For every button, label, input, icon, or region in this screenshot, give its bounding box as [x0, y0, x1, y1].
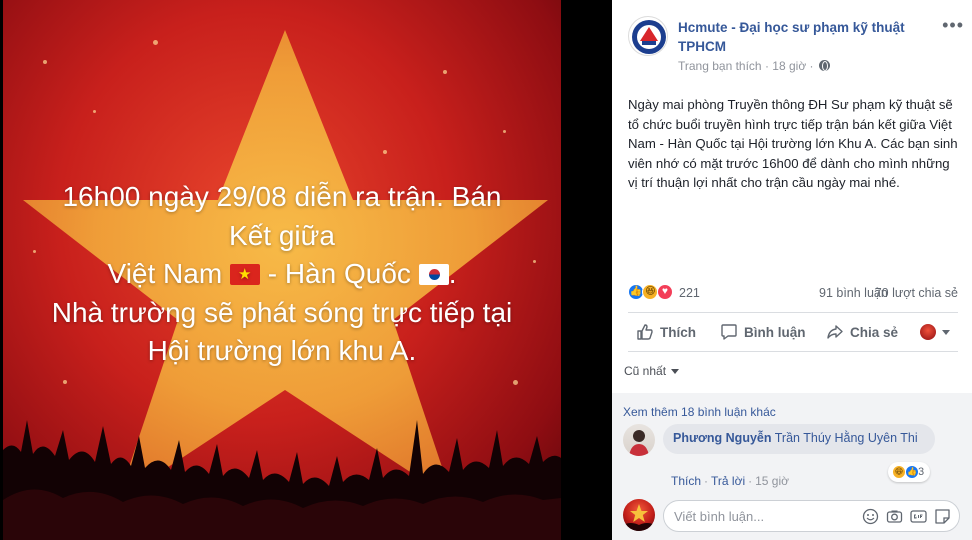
caption-line: Hội trường lớn khu A. — [147, 335, 417, 366]
post-timestamp[interactable]: 18 giờ — [772, 59, 806, 73]
comment-button[interactable]: Bình luận — [720, 318, 806, 346]
divider — [628, 312, 958, 313]
sticker-icon[interactable] — [934, 508, 951, 525]
comment-timestamp[interactable]: 15 giờ — [755, 474, 789, 488]
comment-reactions[interactable]: 😆 👍 3 — [888, 462, 931, 482]
comment-input-box[interactable] — [663, 500, 960, 532]
gif-icon[interactable] — [910, 508, 927, 525]
separator: · — [704, 474, 709, 488]
share-button[interactable]: Chia sẻ — [826, 318, 898, 346]
user-mini-avatar — [920, 324, 936, 340]
comment-input[interactable] — [674, 508, 854, 525]
photo-caption: 16h00 ngày 29/08 diễn ra trận. Bán Kết g… — [3, 178, 561, 371]
comment-like-link[interactable]: Thích — [671, 474, 701, 488]
comment-label: Bình luận — [744, 324, 806, 340]
comment-author-link[interactable]: Phương Nguyễn — [673, 431, 772, 445]
person-avatar-icon — [629, 430, 649, 456]
caption-text: - Hàn Quốc — [267, 258, 411, 289]
commenter-avatar[interactable] — [623, 424, 655, 456]
globe-icon[interactable] — [818, 60, 830, 71]
page-name-link[interactable]: Hcmute - Đại học sư phạm kỹ thuật TPHCM — [678, 18, 928, 56]
like-button[interactable]: Thích — [636, 318, 696, 346]
post-header: Hcmute - Đại học sư phạm kỹ thuật TPHCM … — [628, 16, 963, 76]
post-photo[interactable]: 16h00 ngày 29/08 diễn ra trận. Bán Kết g… — [3, 0, 561, 540]
caption-line: Kết giữa — [229, 219, 335, 251]
reactions-summary: 👍 😆 ♥ 221 91 bình luận 70 lượt chia sẻ — [628, 283, 958, 303]
comment-bubble-icon — [721, 324, 737, 340]
divider — [628, 351, 958, 352]
caption-line: 16h00 ngày 29/08 diễn ra trận. Bán — [62, 181, 502, 212]
comments-section: Xem thêm 18 bình luận khác Phương Nguyễn… — [612, 393, 972, 540]
post-body-text: Ngày mai phòng Truyền thông ĐH Sư phạm k… — [628, 97, 958, 190]
separator: · — [748, 474, 753, 488]
meta-separator: · — [764, 59, 769, 73]
photo-viewer: 16h00 ngày 29/08 diễn ra trận. Bán Kết g… — [0, 0, 612, 540]
university-logo-icon — [632, 20, 666, 54]
sort-label: Cũ nhất — [624, 364, 667, 378]
caption-line: Nhà trường sẽ phát sóng trực tiếp tại — [51, 296, 513, 328]
more-options-icon[interactable]: ••• — [942, 16, 964, 34]
share-count-link[interactable]: 70 lượt chia sẻ — [875, 286, 958, 300]
meta-separator: · — [809, 59, 814, 73]
caption-text: . — [448, 258, 457, 289]
post-actions: Thích Bình luận Chia sẻ — [628, 318, 958, 346]
share-arrow-icon — [827, 325, 843, 339]
post-meta: Trang bạn thích · 18 giờ · — [678, 59, 830, 73]
caption-line: Việt Nam - Hàn Quốc . — [3, 255, 561, 294]
haha-reaction-icon: 😆 — [892, 465, 906, 479]
emoji-icon[interactable] — [862, 508, 879, 525]
like-reaction-icon: 👍 — [905, 465, 919, 479]
thumbs-up-icon — [637, 324, 653, 340]
love-reaction-icon: ♥ — [656, 284, 673, 300]
post-as-selector[interactable] — [920, 318, 950, 346]
comment-composer — [623, 499, 961, 533]
comment-reply-link[interactable]: Trả lời — [711, 474, 745, 488]
composer-icons — [862, 508, 951, 525]
camera-icon[interactable] — [886, 508, 903, 525]
chevron-down-icon — [942, 329, 950, 335]
comment-actions: Thích · Trả lời · 15 giờ — [671, 474, 789, 488]
comment-tagged-user-link[interactable]: Trần Thúy Hằng Uyên Thi — [775, 431, 918, 445]
meta-source[interactable]: Trang bạn thích — [678, 59, 762, 73]
page-avatar[interactable] — [628, 16, 668, 56]
view-more-comments-link[interactable]: Xem thêm 18 bình luận khác — [623, 405, 776, 419]
reaction-count[interactable]: 221 — [679, 286, 700, 300]
comment-sort-dropdown[interactable]: Cũ nhất — [624, 364, 680, 378]
share-label: Chia sẻ — [850, 324, 899, 340]
chevron-down-icon — [671, 368, 680, 374]
user-avatar-icon — [623, 504, 655, 531]
like-label: Thích — [660, 324, 696, 340]
vietnam-flag-icon — [229, 264, 260, 285]
korea-flag-icon — [418, 264, 449, 285]
crowd-silhouette — [3, 420, 561, 540]
reaction-icons[interactable]: 👍 😆 ♥ — [628, 284, 673, 302]
post-panel: Hcmute - Đại học sư phạm kỹ thuật TPHCM … — [612, 0, 972, 540]
comment-bubble: Phương Nguyễn Trần Thúy Hằng Uyên Thi — [663, 424, 935, 454]
caption-text: Việt Nam — [107, 258, 223, 289]
current-user-avatar — [623, 499, 655, 531]
